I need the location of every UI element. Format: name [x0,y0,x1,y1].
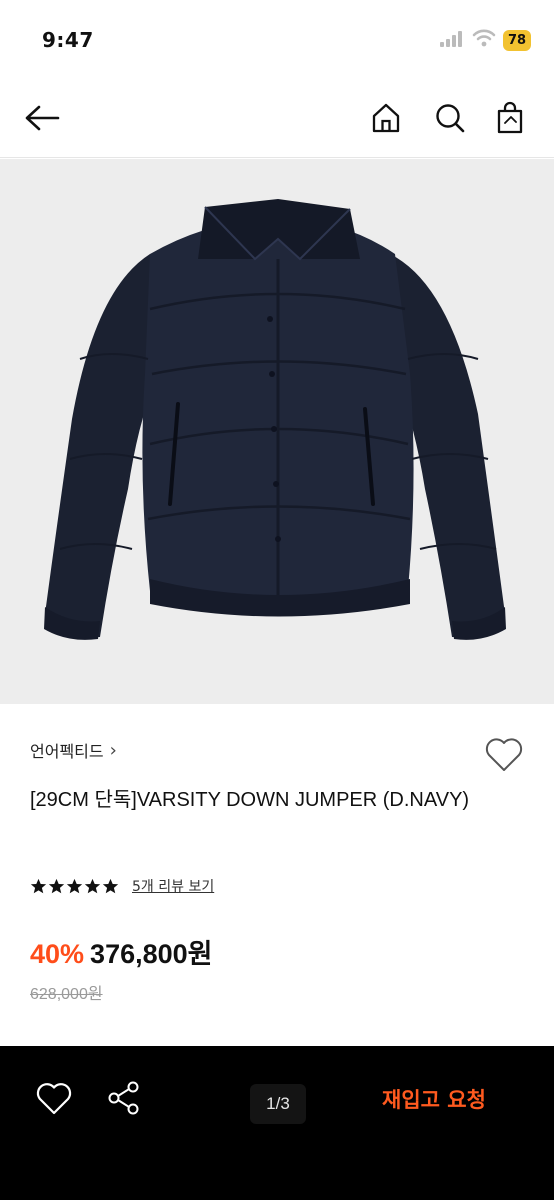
battery-indicator: 78 [503,30,531,51]
product-image[interactable] [0,159,554,704]
image-pager: 1/3 [250,1084,306,1124]
original-price: 628,000원 [30,986,103,1003]
star-icon [102,878,119,893]
star-icon [48,878,65,893]
status-time: 9:47 [42,28,94,52]
shopping-bag-icon [497,101,523,134]
back-button[interactable] [22,98,62,138]
search-button[interactable] [430,98,470,138]
arrow-left-icon [25,105,60,131]
share-button[interactable] [106,1080,142,1116]
star-icon [66,878,83,893]
review-link[interactable]: 5개 리뷰 보기 [132,876,214,896]
brand-link[interactable]: 언어펙티드 › [30,738,117,762]
price-row: 40% 376,800원 [30,932,213,971]
shopping-bag-button[interactable] [490,98,530,138]
wifi-icon [472,29,496,47]
brand-name: 언어펙티드 [30,742,104,761]
status-bar: 9:47 78 [0,0,554,80]
heart-icon [36,1083,72,1115]
product-title: [29CM 단독]VARSITY DOWN JUMPER (D.NAVY) [30,789,470,811]
rating-row: 5개 리뷰 보기 [30,876,214,896]
home-button[interactable] [366,98,406,138]
search-icon [436,104,465,133]
star-icon [30,878,47,893]
chevron-right-icon: › [109,739,117,761]
wishlist-button[interactable] [484,735,524,773]
home-icon [372,103,400,133]
heart-icon [485,738,523,771]
top-navigation-bar [0,80,554,158]
bottom-wishlist-button[interactable] [35,1080,73,1116]
sale-price: 376,800원 [90,939,213,969]
cellular-signal-icon [440,31,462,47]
discount-rate: 40% [30,939,85,969]
down-jacket-image [0,159,554,704]
restock-request-button[interactable]: 재입고 요청 [364,1080,504,1120]
bottom-action-bar: 1/3 재입고 요청 [0,1046,554,1200]
share-icon [108,1081,139,1115]
star-icon [84,878,101,893]
rating-stars [30,878,119,895]
